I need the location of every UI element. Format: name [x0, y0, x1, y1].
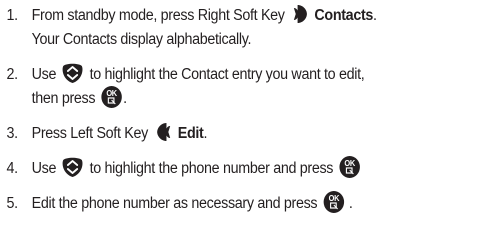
step-2-line-2: then press OK. [0, 85, 445, 111]
ok-key-icon: OK [101, 85, 123, 109]
step-1-period: . [373, 7, 377, 24]
ok-key-icon: OK [339, 155, 361, 179]
step-5-period: . [348, 195, 353, 213]
step-text: Use to highlight the phone number and pre… [31, 155, 361, 181]
step-3-text-a: Press Left Soft Key [31, 125, 149, 142]
svg-text:OK: OK [107, 89, 118, 98]
step-text: Press Left Soft Key Edit. [32, 122, 207, 146]
step-2-text-b: to highlight the Contact entry you want … [89, 66, 365, 83]
step-number: 1. [6, 7, 19, 24]
step-2-period: . [123, 90, 127, 108]
step-number: 5. [6, 195, 19, 212]
step-2-text-a: Use [31, 66, 57, 83]
step-number: 3. [6, 125, 19, 142]
ok-key-icon: OK [323, 190, 345, 214]
step-1-text-b: Your Contacts display alphabetically. [31, 31, 252, 48]
navigation-key-icon [62, 62, 84, 84]
step-1-text-a: From standby mode, press Right Soft Key [31, 7, 285, 24]
svg-text:OK: OK [329, 194, 340, 203]
left-soft-key-icon [154, 122, 174, 142]
step-4-text-b: to highlight the phone number and press [89, 160, 334, 178]
step-3-line: 3. Press Left Soft Key Edit. [0, 122, 445, 146]
step-text: Edit the phone number as necessary and p… [31, 190, 353, 216]
step-number: 4. [6, 160, 19, 177]
step-1-contacts-label: Contacts [314, 7, 374, 24]
step-text: From standby mode, press Right Soft Key C… [32, 4, 377, 28]
step-1-line-2: Your Contacts display alphabetically. [0, 28, 445, 52]
instruction-steps: 1. From standby mode, press Right Soft K… [0, 4, 445, 216]
svg-text:OK: OK [345, 159, 356, 168]
step-5-text-a: Edit the phone number as necessary and p… [31, 195, 318, 213]
step-2-line-1: 2. Use to highlight the Contact entry you… [0, 63, 445, 87]
step-4-text-a: Use [31, 160, 57, 178]
step-4-line: 4. Use to highlight the phone number and … [0, 155, 445, 181]
step-text: then press OK. [31, 85, 127, 111]
right-soft-key-icon [290, 4, 310, 24]
step-2-text-c: then press [31, 90, 96, 108]
navigation-key-icon [62, 156, 84, 178]
step-1-line-1: 1. From standby mode, press Right Soft K… [0, 4, 445, 28]
step-number: 2. [6, 66, 19, 83]
step-3-period: . [203, 125, 208, 142]
step-3-edit-label: Edit [177, 125, 204, 142]
step-5-line: 5. Edit the phone number as necessary an… [0, 190, 445, 216]
step-text: Use to highlight the Contact entry you wa… [32, 63, 365, 87]
